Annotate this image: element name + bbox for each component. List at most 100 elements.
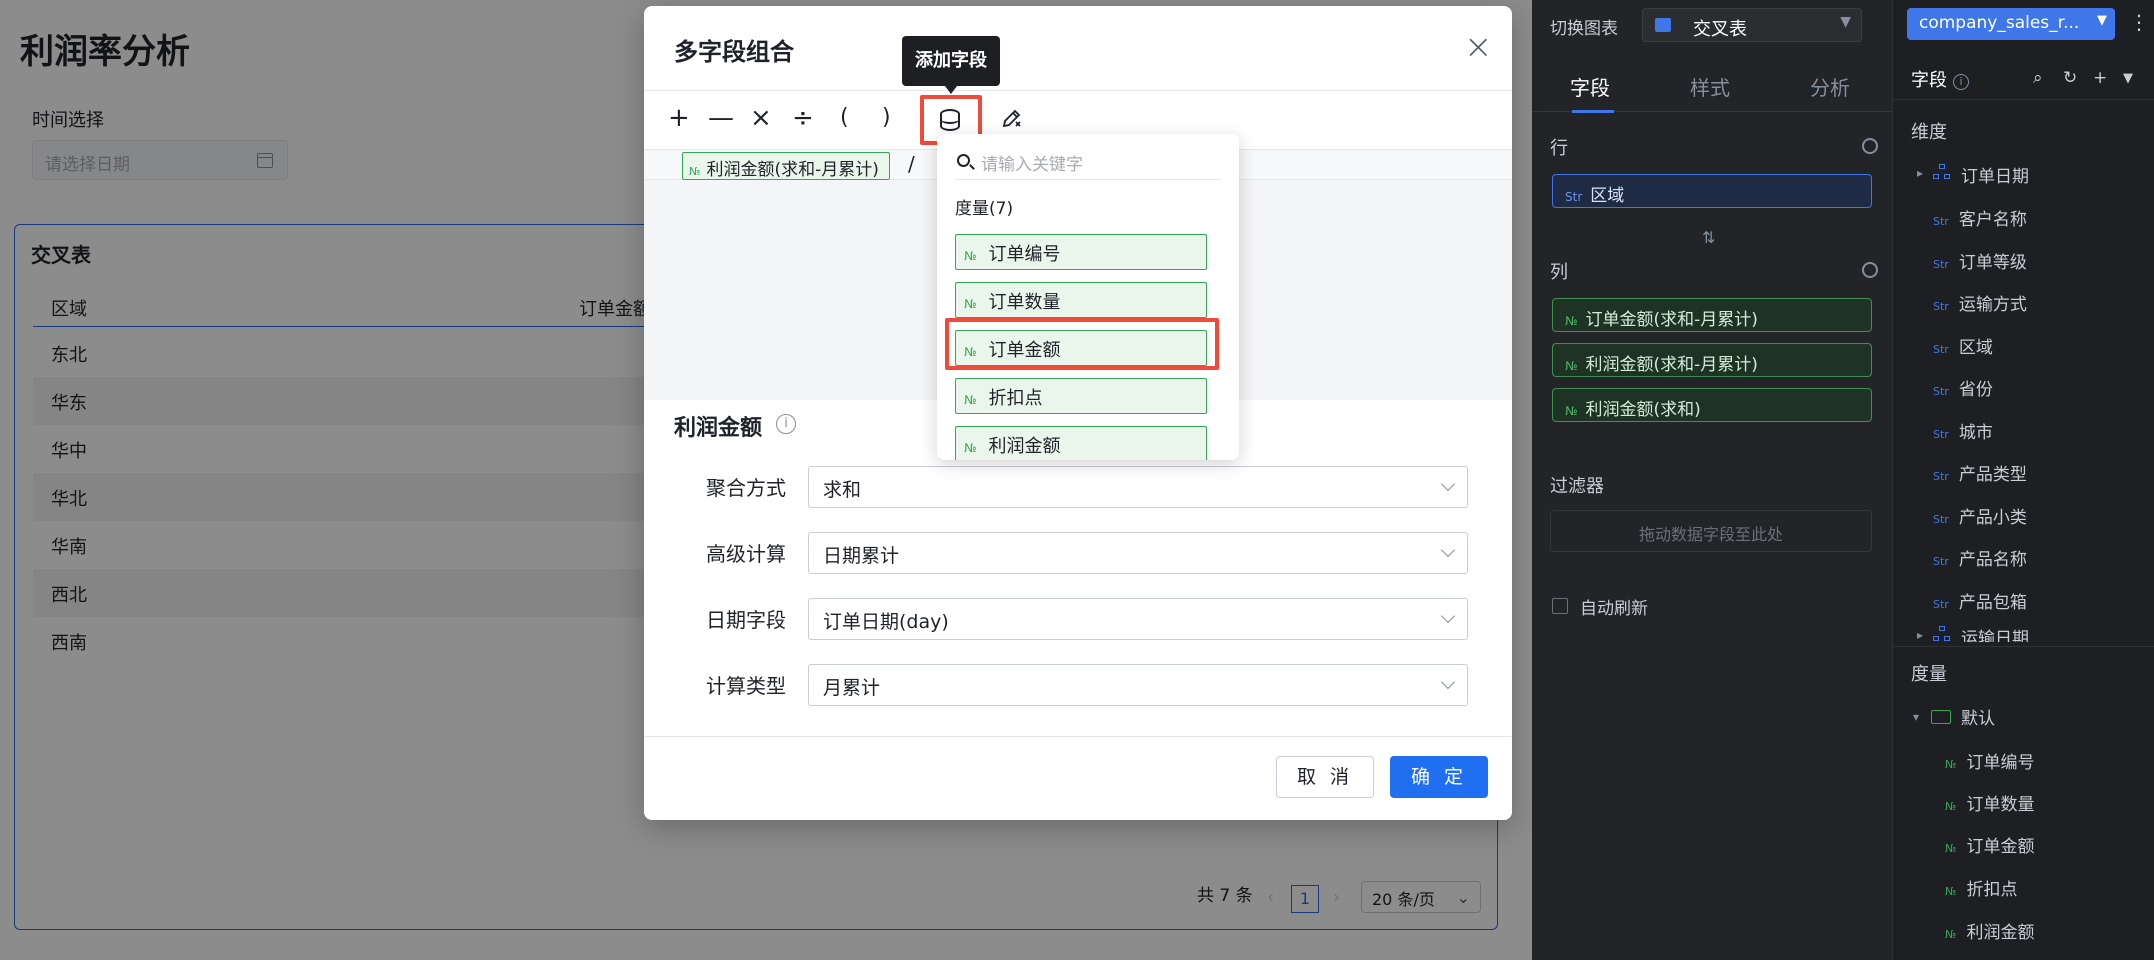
field-item[interactable]: № 订单金额 <box>1945 832 2034 857</box>
rows-section-label: 行 <box>1550 138 1568 159</box>
add-icon[interactable]: + <box>2093 68 2107 88</box>
caret-right-icon[interactable]: ▸ <box>1917 166 1923 180</box>
calc-type-select[interactable]: 月累计 <box>808 664 1468 706</box>
refresh-icon[interactable]: ↻ <box>2063 68 2077 88</box>
field-item[interactable]: № 订单编号 <box>1945 748 2034 773</box>
string-type-icon: Str <box>1933 428 1949 441</box>
active-tab-indicator <box>1572 110 1614 113</box>
hierarchy-icon <box>1933 626 1951 642</box>
tab-analysis[interactable]: 分析 <box>1810 72 1850 101</box>
highlight-box <box>945 318 1219 370</box>
minus-operator-button[interactable]: — <box>708 105 734 131</box>
field-list-title: 字段 i <box>1911 66 1969 92</box>
column-field-pill[interactable]: № 订单金额(求和-月累计) <box>1552 298 1872 332</box>
chevron-down-icon <box>1440 608 1456 624</box>
dimension-group-title: 维度 <box>1911 122 1947 143</box>
add-field-dropdown: 请输入关键字 度量(7) № 订单编号 № 订单数量 № 订单金额 № 折扣点 № 利润金… <box>937 134 1239 460</box>
number-type-icon: № <box>964 441 977 455</box>
column-field-label: 利润金额(求和-月累计) <box>1585 355 1758 375</box>
caret-down-icon[interactable]: ▾ <box>1913 710 1919 724</box>
more-vertical-icon[interactable]: ⋮ <box>2129 10 2149 34</box>
aggregation-value: 求和 <box>823 479 862 501</box>
number-type-icon: № <box>1565 359 1578 373</box>
dropdown-field-item[interactable]: № 订单数量 <box>955 282 1207 318</box>
chevron-down-icon <box>1440 476 1456 492</box>
row-field-label: 区域 <box>1590 186 1625 206</box>
caret-down-icon[interactable]: ▼ <box>2123 71 2133 86</box>
field-item[interactable]: Str 省份 <box>1933 375 1993 400</box>
number-type-icon: № <box>1945 928 1957 941</box>
dropdown-field-item[interactable]: № 订单编号 <box>955 234 1207 270</box>
field-item-order-date[interactable]: 订单日期 <box>1961 162 2029 187</box>
chevron-down-icon <box>1440 542 1456 558</box>
field-item[interactable]: Str 区域 <box>1933 333 1993 358</box>
swap-rows-columns-icon[interactable]: ⇅ <box>1702 228 1715 247</box>
date-field-label: 日期字段 <box>706 608 786 632</box>
field-item[interactable]: № 订单数量 <box>1945 790 2034 815</box>
number-type-icon: № <box>1945 885 1957 898</box>
advanced-calc-select[interactable]: 日期累计 <box>808 532 1468 574</box>
confirm-button[interactable]: 确 定 <box>1390 756 1488 798</box>
config-tabs: 字段 样式 分析 <box>1532 56 1892 112</box>
field-label: 产品包箱 <box>1958 593 2027 613</box>
field-item[interactable]: № 折扣点 <box>1945 875 2017 900</box>
row-field-pill[interactable]: Str 区域 <box>1552 174 1872 208</box>
formula-operator: / <box>908 152 915 176</box>
columns-section-label: 列 <box>1550 262 1568 283</box>
cancel-button[interactable]: 取 消 <box>1276 756 1374 798</box>
dropdown-field-label: 折扣点 <box>988 388 1043 409</box>
dataset-name: company_sales_r... <box>1919 13 2080 33</box>
field-item[interactable]: Str 产品类型 <box>1933 460 2027 485</box>
filter-drop-zone[interactable]: 拖动数据字段至此处 <box>1550 510 1872 552</box>
multiply-operator-button[interactable]: × <box>750 105 772 131</box>
info-icon[interactable]: i <box>776 414 796 434</box>
field-label: 城市 <box>1958 423 1993 443</box>
dropdown-field-item[interactable]: № 折扣点 <box>955 378 1207 414</box>
info-icon[interactable]: i <box>1953 74 1969 90</box>
advanced-calc-value: 日期累计 <box>823 545 900 567</box>
tab-style[interactable]: 样式 <box>1690 72 1730 101</box>
divide-operator-button[interactable]: ÷ <box>792 105 814 131</box>
field-search-input[interactable]: 请输入关键字 <box>955 148 1221 180</box>
measure-group-title: 度量 <box>1911 664 1947 685</box>
number-type-icon: № <box>1565 314 1578 328</box>
field-item[interactable]: Str 城市 <box>1933 418 1993 443</box>
tab-fields[interactable]: 字段 <box>1570 72 1610 101</box>
aggregation-select[interactable]: 求和 <box>808 466 1468 508</box>
field-item[interactable]: Str 产品小类 <box>1933 503 2027 528</box>
field-label: 产品类型 <box>1958 465 2027 485</box>
close-icon[interactable]: × <box>1464 30 1493 64</box>
gear-icon[interactable] <box>1862 138 1878 154</box>
field-list-title-text: 字段 <box>1911 70 1947 91</box>
field-item[interactable]: Str 运输方式 <box>1933 290 2027 315</box>
measure-folder[interactable]: 默认 <box>1961 704 1995 729</box>
field-item[interactable]: Str 订单等级 <box>1933 248 2027 273</box>
measure-group-label: 度量(7) <box>955 199 1014 219</box>
number-type-icon: № <box>964 393 977 407</box>
left-paren-button[interactable]: ( <box>840 105 849 131</box>
gear-icon[interactable] <box>1862 262 1878 278</box>
field-item[interactable]: № 利润金额 <box>1945 918 2034 943</box>
column-field-pill[interactable]: № 利润金额(求和-月累计) <box>1552 343 1872 377</box>
plus-operator-button[interactable]: + <box>668 105 690 131</box>
field-item[interactable]: Str 产品包箱 <box>1933 588 2027 613</box>
caret-down-icon: ▼ <box>1840 14 1851 30</box>
edit-formula-icon[interactable] <box>1001 107 1023 129</box>
caret-right-icon[interactable]: ▸ <box>1917 628 1923 642</box>
formula-field-token[interactable]: № 利润金额(求和-月累计) <box>682 152 890 180</box>
dropdown-field-item[interactable]: № 利润金额 <box>955 426 1207 460</box>
dataset-select[interactable]: company_sales_r... ▼ <box>1907 8 2115 40</box>
string-type-icon: Str <box>1933 598 1949 611</box>
right-paren-button[interactable]: ) <box>882 105 891 131</box>
column-field-pill[interactable]: № 利润金额(求和) <box>1552 388 1872 422</box>
auto-refresh-checkbox[interactable] <box>1552 598 1568 614</box>
field-item[interactable]: Str 产品名称 <box>1933 545 2027 570</box>
date-field-select[interactable]: 订单日期(day) <box>808 598 1468 640</box>
divider <box>1893 646 2154 647</box>
search-icon[interactable]: ⌕ <box>2033 68 2043 88</box>
field-item-ship-date[interactable]: 运输日期 <box>1961 624 2029 642</box>
chart-type-select[interactable]: 交叉表 ▼ <box>1642 8 1862 42</box>
multi-field-modal: 多字段组合 × + — × ÷ ( ) № 利润金额(求和-月累计) / 利润金额… <box>644 6 1512 820</box>
number-type-icon: № <box>964 297 977 311</box>
field-item[interactable]: Str 客户名称 <box>1933 205 2027 230</box>
